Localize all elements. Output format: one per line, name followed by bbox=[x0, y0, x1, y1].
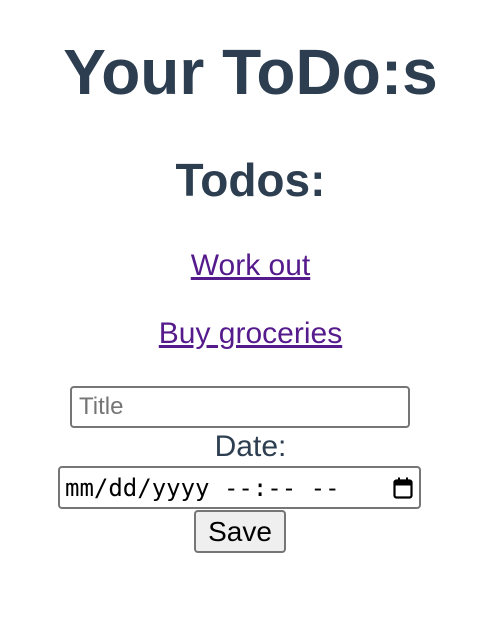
page-title: Your ToDo:s bbox=[63, 36, 438, 108]
date-label: Date: bbox=[214, 430, 287, 463]
todo-link-work-out[interactable]: Work out bbox=[191, 249, 311, 282]
todos-heading: Todos: bbox=[175, 154, 326, 206]
calendar-icon[interactable] bbox=[393, 477, 413, 499]
save-button[interactable]: Save bbox=[194, 510, 286, 553]
todo-link-buy-groceries[interactable]: Buy groceries bbox=[159, 317, 342, 350]
title-input[interactable] bbox=[70, 386, 410, 428]
todo-list: Work out Buy groceries bbox=[0, 246, 501, 382]
date-input-text: mm/dd/yyyy --:-- -- bbox=[65, 474, 340, 502]
todo-list-item: Work out bbox=[0, 246, 501, 314]
date-input[interactable]: mm/dd/yyyy --:-- -- bbox=[58, 466, 421, 509]
todo-list-item: Buy groceries bbox=[0, 314, 501, 382]
